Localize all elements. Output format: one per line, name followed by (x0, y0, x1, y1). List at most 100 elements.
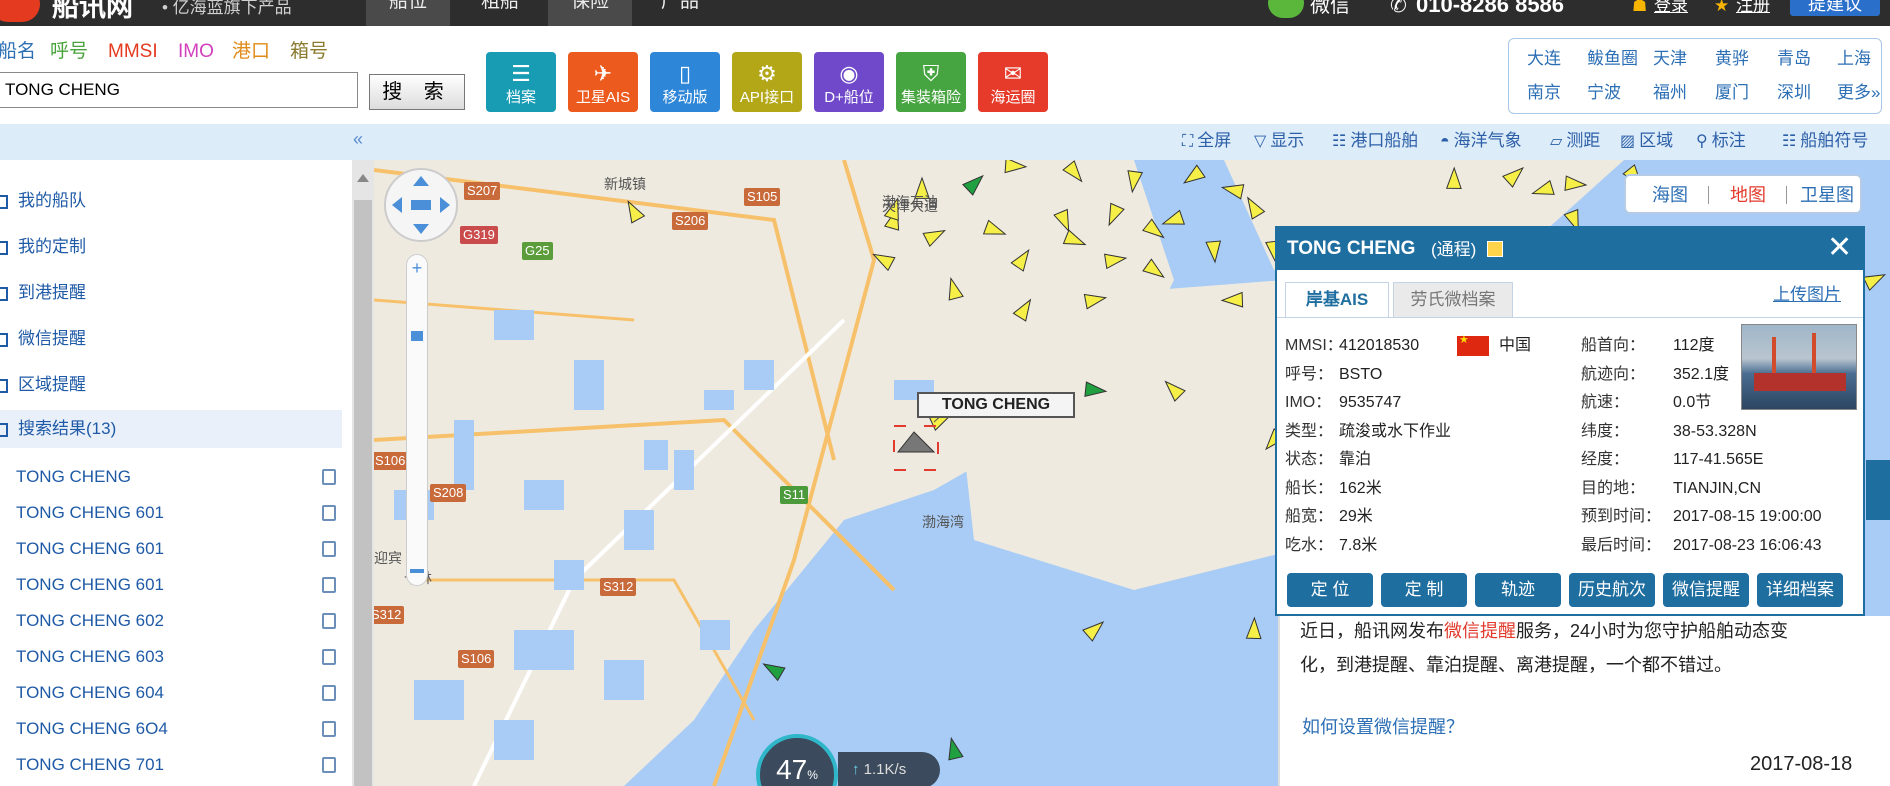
city-link-row2-0[interactable]: 南京 (1527, 83, 1561, 103)
wechat-icon[interactable] (1268, 0, 1304, 18)
sidebar-menu-item-1[interactable]: 我的定制 (0, 236, 86, 258)
toolbar-area[interactable]: ▨ 区域 (1620, 130, 1673, 153)
popup-button-4[interactable]: 微信提醒 (1663, 573, 1749, 607)
ship-marker[interactable] (1004, 160, 1028, 174)
feature-button-5[interactable]: ⛨ 集装箱险 (896, 52, 966, 112)
toolbar-port-list[interactable]: ☷ 港口船舶 (1332, 130, 1418, 153)
locate-ship-icon[interactable] (322, 757, 336, 773)
search-type-2[interactable]: MMSI (108, 40, 158, 64)
toolbar-fullscreen[interactable]: ⛶ 全屏 (1182, 130, 1231, 153)
ship-marker[interactable] (1053, 208, 1070, 233)
feature-button-4[interactable]: ◉ D+船位 (814, 52, 884, 112)
search-type-1[interactable]: 呼号 (50, 40, 88, 64)
ship-name-label[interactable]: TONG CHENG (917, 392, 1075, 418)
news-highlight[interactable]: 微信提醒 (1444, 621, 1516, 641)
ship-result-0[interactable]: TONG CHENG (16, 466, 131, 488)
right-panel-tab[interactable] (1866, 460, 1890, 520)
city-link-1[interactable]: 鲅鱼圈 (1587, 49, 1638, 69)
popup-button-1[interactable]: 定 制 (1381, 573, 1467, 607)
search-type-5[interactable]: 箱号 (290, 40, 328, 64)
scrollbar-thumb[interactable] (354, 200, 372, 786)
locate-ship-icon[interactable] (322, 505, 336, 521)
collapse-sidebar-icon[interactable]: « (346, 127, 370, 151)
ship-marker[interactable] (872, 253, 896, 272)
city-link-4[interactable]: 青岛 (1777, 49, 1811, 69)
feature-button-2[interactable]: ▯ 移动版 (650, 52, 720, 112)
selected-ship-marker[interactable] (896, 431, 936, 453)
ship-marker[interactable] (948, 276, 964, 301)
nav-tab-insurance[interactable]: 保险 (548, 0, 632, 26)
suggest-button[interactable]: 提建议 (1790, 0, 1880, 16)
ship-result-2[interactable]: TONG CHENG 601 (16, 538, 164, 560)
ship-marker[interactable] (1103, 253, 1128, 270)
wechat-link[interactable]: 微信 (1310, 0, 1350, 16)
ship-result-1[interactable]: TONG CHENG 601 (16, 502, 164, 524)
search-type-4[interactable]: 港口 (232, 40, 270, 64)
scroll-up-icon[interactable] (357, 174, 369, 182)
edit-icon[interactable] (1487, 241, 1503, 257)
zoom-slider[interactable]: + (406, 254, 428, 586)
sidebar-menu-item-0[interactable]: 我的船队 (0, 190, 86, 212)
ship-photo[interactable] (1741, 324, 1857, 410)
popup-button-5[interactable]: 详细档案 (1757, 573, 1843, 607)
login-link[interactable]: 登录 (1654, 0, 1688, 16)
ship-result-3[interactable]: TONG CHENG 601 (16, 574, 164, 596)
zoom-out-icon[interactable] (410, 569, 424, 573)
tab-shore-ais[interactable]: 岸基AIS (1285, 282, 1389, 318)
ship-marker[interactable] (962, 174, 984, 196)
nav-tab-charter[interactable]: 租船 (458, 0, 542, 26)
popup-button-3[interactable]: 历史航次 (1569, 573, 1655, 607)
ship-result-7[interactable]: TONG CHENG 6O4 (16, 718, 168, 740)
feature-button-0[interactable]: ☰ 档案 (486, 52, 556, 112)
feature-button-1[interactable]: ✈ 卫星AIS (568, 52, 638, 112)
locate-ship-icon[interactable] (322, 541, 336, 557)
city-link-row2-5[interactable]: 更多» (1837, 83, 1880, 103)
register-link[interactable]: 注册 (1736, 0, 1770, 16)
city-link-5[interactable]: 上海 (1837, 49, 1871, 69)
ship-result-6[interactable]: TONG CHENG 604 (16, 682, 164, 704)
search-type-0[interactable]: 船名 (0, 40, 36, 64)
toolbar-filter[interactable]: ▽ 显示 (1254, 130, 1304, 153)
ship-marker[interactable] (1142, 258, 1165, 278)
ship-result-5[interactable]: TONG CHENG 603 (16, 646, 164, 668)
ship-marker[interactable] (1062, 160, 1083, 183)
city-link-row2-2[interactable]: 福州 (1653, 83, 1687, 103)
ship-marker[interactable] (1010, 248, 1030, 272)
news-howto-link[interactable]: 如何设置微信提醒？ (1302, 716, 1464, 738)
locate-ship-icon[interactable] (322, 469, 336, 485)
locate-ship-icon[interactable] (322, 721, 336, 737)
city-link-row2-1[interactable]: 宁波 (1587, 83, 1621, 103)
ship-marker[interactable] (1127, 170, 1144, 194)
locate-ship-icon[interactable] (322, 649, 336, 665)
search-input[interactable]: TONG CHENG (0, 72, 358, 108)
ship-result-4[interactable]: TONG CHENG 602 (16, 610, 164, 632)
search-button[interactable]: 搜 索 (369, 74, 465, 110)
ship-marker[interactable] (982, 219, 1007, 235)
map-type-chart[interactable]: 海图 (1652, 184, 1688, 206)
popup-button-2[interactable]: 轨迹 (1475, 573, 1561, 607)
sidebar-menu-item-5[interactable]: 搜索结果(13) (0, 410, 342, 448)
upload-photo-link[interactable]: 上传图片 (1773, 284, 1841, 306)
popup-button-0[interactable]: 定 位 (1287, 573, 1373, 607)
ship-result-8[interactable]: TONG CHENG 701 (16, 754, 164, 776)
map-type-satellite[interactable]: 卫星图 (1800, 184, 1854, 206)
logo-icon[interactable] (0, 0, 40, 22)
zoom-in-icon[interactable]: + (410, 259, 424, 277)
zoom-handle[interactable] (411, 331, 423, 341)
toolbar-ship-symbol[interactable]: ☷ 船舶符号 (1782, 130, 1868, 153)
close-icon[interactable]: ✕ (1827, 232, 1852, 264)
search-type-3[interactable]: IMO (178, 40, 214, 64)
sidebar-menu-item-2[interactable]: 到港提醒 (0, 282, 86, 304)
tab-lloyds-profile[interactable]: 劳氏微档案 (1393, 282, 1513, 318)
feature-button-6[interactable]: ✉ 海运圈 (978, 52, 1048, 112)
locate-ship-icon[interactable] (322, 577, 336, 593)
feature-button-3[interactable]: ⚙ API接口 (732, 52, 802, 112)
locate-ship-icon[interactable] (322, 685, 336, 701)
city-link-row2-4[interactable]: 深圳 (1777, 83, 1811, 103)
ship-marker[interactable] (1062, 229, 1087, 246)
ship-marker[interactable] (1108, 202, 1125, 227)
city-link-3[interactable]: 黄骅 (1715, 49, 1749, 69)
locate-ship-icon[interactable] (322, 613, 336, 629)
sidebar-menu-item-4[interactable]: 区域提醒 (0, 374, 86, 396)
logo-text[interactable]: 船讯网 (52, 0, 133, 22)
